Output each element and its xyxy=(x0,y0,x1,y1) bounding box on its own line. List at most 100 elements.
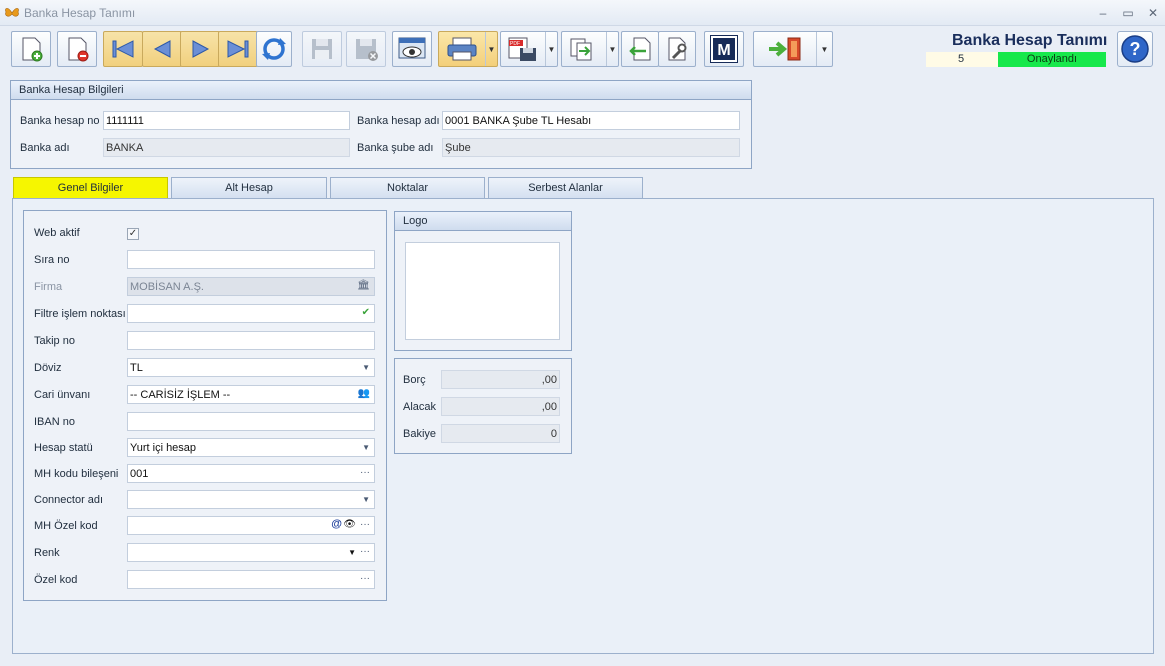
copy-icon xyxy=(570,38,592,61)
sira-no-field[interactable] xyxy=(127,250,375,269)
iban-label: IBAN no xyxy=(34,416,75,428)
cari-field[interactable]: -- CARİSİZ İŞLEM -- 👥 xyxy=(127,385,375,404)
ellipsis-icon[interactable]: ··· xyxy=(360,573,370,584)
minimize-button[interactable]: – xyxy=(1092,4,1114,22)
last-icon xyxy=(227,40,249,58)
exit-dropdown-icon[interactable]: ▼ xyxy=(816,32,832,66)
close-button[interactable]: ✕ xyxy=(1142,4,1164,22)
delete-button[interactable] xyxy=(57,31,97,67)
save-icon xyxy=(312,39,332,59)
import-icon xyxy=(629,37,651,61)
bank-info-title: Banka Hesap Bilgileri xyxy=(11,81,751,100)
import-button[interactable] xyxy=(621,31,659,67)
record-number: 5 xyxy=(926,52,998,67)
ellipsis-icon[interactable]: ··· xyxy=(360,467,370,478)
status-badge: Onaylandı xyxy=(998,52,1106,67)
renk-label: Renk xyxy=(34,547,60,559)
bank-building-icon: 🏛 xyxy=(357,280,370,291)
account-name-field[interactable]: 0001 BANKA Şube TL Hesabı xyxy=(442,111,740,130)
borc-label: Borç xyxy=(403,374,426,386)
account-no-label: Banka hesap no xyxy=(20,115,100,127)
filtre-field[interactable]: ✔ xyxy=(127,304,375,323)
first-record-button[interactable] xyxy=(103,31,143,67)
exit-button[interactable]: ▼ xyxy=(753,31,833,67)
borc-field: ,00 xyxy=(441,370,560,389)
takip-field[interactable] xyxy=(127,331,375,350)
ellipsis-icon[interactable]: ··· xyxy=(360,519,370,530)
mh-kodu-label: MH kodu bileşeni xyxy=(34,468,119,480)
save-and-close-button[interactable] xyxy=(346,31,386,67)
check-icon[interactable]: ✔ xyxy=(362,307,370,318)
previous-record-button[interactable] xyxy=(142,31,182,67)
bank-name-field: BANKA xyxy=(103,138,350,157)
copy-dropdown-icon[interactable]: ▼ xyxy=(606,32,618,66)
chevron-down-icon[interactable]: ▼ xyxy=(362,363,370,372)
chevron-down-icon[interactable]: ▼ xyxy=(362,443,370,452)
branch-name-label: Banka şube adı xyxy=(357,142,434,154)
next-icon xyxy=(192,40,210,58)
hesap-statu-label: Hesap statü xyxy=(34,442,93,454)
iban-field[interactable] xyxy=(127,412,375,431)
ozel-kod-label: Özel kod xyxy=(34,574,78,586)
preview-small-icon[interactable]: 👁 xyxy=(343,519,356,530)
cari-label: Cari ünvanı xyxy=(34,389,91,401)
branch-name-field: Şube xyxy=(442,138,740,157)
logo-image-area[interactable] xyxy=(405,242,560,340)
preview-button[interactable] xyxy=(392,31,432,67)
chevron-down-icon[interactable]: ▼ xyxy=(362,495,370,504)
print-button[interactable]: ▼ xyxy=(438,31,498,67)
web-active-checkbox[interactable]: ✓ xyxy=(127,228,139,240)
svg-text:?: ? xyxy=(1130,39,1141,59)
tools-button[interactable] xyxy=(658,31,696,67)
help-icon: ? xyxy=(1121,35,1149,63)
m-button[interactable]: M xyxy=(704,31,744,67)
alacak-label: Alacak xyxy=(403,401,437,413)
tab-alt-hesap[interactable]: Alt Hesap xyxy=(171,177,327,199)
new-button[interactable] xyxy=(11,31,51,67)
firma-label: Firma xyxy=(34,281,63,293)
tab-noktalar[interactable]: Noktalar xyxy=(330,177,485,199)
last-record-button[interactable] xyxy=(218,31,258,67)
mh-kodu-value: 001 xyxy=(130,468,149,480)
connector-select[interactable]: ▼ xyxy=(127,490,375,509)
account-name-label: Banka hesap adı xyxy=(357,115,440,127)
exit-icon xyxy=(769,37,801,61)
ellipsis-icon[interactable]: ··· xyxy=(360,546,370,557)
account-no-field[interactable]: 1111111 xyxy=(103,111,350,130)
save-close-icon xyxy=(356,39,378,61)
print-dropdown-icon[interactable]: ▼ xyxy=(485,32,497,66)
restore-button[interactable]: ▭ xyxy=(1117,4,1139,22)
pdf-export-button[interactable]: PDF ▼ xyxy=(500,31,558,67)
save-button[interactable] xyxy=(302,31,342,67)
at-sign-icon[interactable]: @ xyxy=(331,518,342,530)
hesap-statu-value: Yurt içi hesap xyxy=(130,442,197,454)
mh-kodu-field[interactable]: 001 ··· xyxy=(127,464,375,483)
chevron-down-icon[interactable]: ▼ xyxy=(348,548,356,557)
takip-label: Takip no xyxy=(34,335,75,347)
print-icon xyxy=(447,37,477,61)
next-record-button[interactable] xyxy=(180,31,220,67)
bakiye-field: 0 xyxy=(441,424,560,443)
renk-select[interactable]: ▼ ··· xyxy=(127,543,375,562)
tab-genel-bilgiler[interactable]: Genel Bilgiler xyxy=(13,177,168,199)
delete-icon xyxy=(68,37,89,62)
hesap-statu-select[interactable]: Yurt içi hesap ▼ xyxy=(127,438,375,457)
help-button[interactable]: ? xyxy=(1117,31,1153,67)
doviz-label: Döviz xyxy=(34,362,62,374)
filtre-label: Filtre işlem noktası xyxy=(34,308,126,320)
mh-ozel-field[interactable]: @ 👁 ··· xyxy=(127,516,375,535)
prev-icon xyxy=(153,40,171,58)
new-icon xyxy=(22,37,43,62)
refresh-button[interactable] xyxy=(256,31,292,67)
sira-no-label: Sıra no xyxy=(34,254,70,266)
pdf-export-dropdown-icon[interactable]: ▼ xyxy=(545,32,557,66)
connector-label: Connector adı xyxy=(34,494,104,506)
copy-button[interactable]: ▼ xyxy=(561,31,619,67)
tools-icon xyxy=(668,37,687,61)
doviz-value: TL xyxy=(130,362,143,374)
m-icon: M xyxy=(710,35,738,63)
users-icon[interactable]: 👥 xyxy=(358,388,370,399)
tab-serbest-alanlar[interactable]: Serbest Alanlar xyxy=(488,177,643,199)
ozel-kod-field[interactable]: ··· xyxy=(127,570,375,589)
doviz-select[interactable]: TL ▼ xyxy=(127,358,375,377)
